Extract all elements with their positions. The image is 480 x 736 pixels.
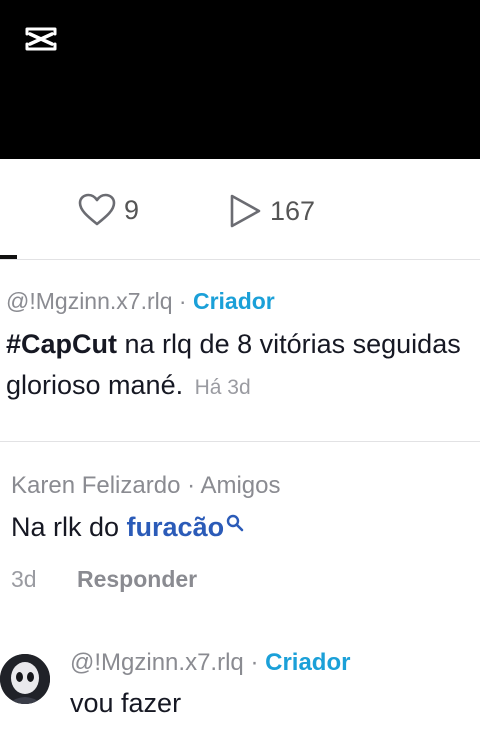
video-player[interactable] [0,0,480,159]
comment-username[interactable]: @!Mgzinn.x7.rlq [70,649,244,676]
views-stat: 167 [228,193,315,229]
hashtag-link[interactable]: #CapCut [6,329,117,359]
heart-icon [78,193,116,226]
comment-header: @!Mgzinn.x7.rlq · Criador [6,288,275,315]
divider [0,441,480,442]
comment-header: Karen Felizardo · Amigos [11,472,280,500]
separator-dot: · [178,288,187,314]
search-link[interactable]: furacão [127,512,225,542]
comment-username[interactable]: @!Mgzinn.x7.rlq [6,288,173,314]
friends-badge: Amigos [200,472,281,499]
separator-dot: · [250,649,259,676]
like-button[interactable]: 9 [78,193,139,227]
separator-dot: · [187,472,196,499]
comment-text: vou fazer [70,688,182,718]
comment-text-part: glorioso mané. [6,370,184,400]
reply-button[interactable]: Responder [77,566,197,592]
comment-meta: 3d Responder [11,566,197,593]
avatar-image [0,654,50,704]
comment-text-part: na rlq de 8 vitórias seguidas [117,329,461,359]
capcut-logo-icon [25,27,57,51]
view-count: 167 [270,195,316,226]
divider [0,259,480,260]
creator-badge: Criador [265,649,351,676]
comment-text-part: Na rlk do [11,512,127,542]
comment-header: @!Mgzinn.x7.rlq · Criador [70,649,350,677]
comment-timestamp: Há 3d [194,376,251,399]
comment-username[interactable]: Karen Felizardo [11,472,180,499]
search-icon[interactable] [226,514,244,532]
engagement-stats: 9 167 [0,159,480,259]
creator-badge: Criador [192,288,275,314]
comment-text: Na rlk do furacão [11,512,244,543]
comment-timestamp: 3d [11,566,37,592]
like-count: 9 [124,194,140,225]
avatar[interactable] [0,654,50,704]
play-icon [230,194,261,228]
comment-text: #CapCut na rlq de 8 vitórias seguidas [6,329,480,360]
comment-text-continued: glorioso mané. Há 3d [6,370,251,401]
